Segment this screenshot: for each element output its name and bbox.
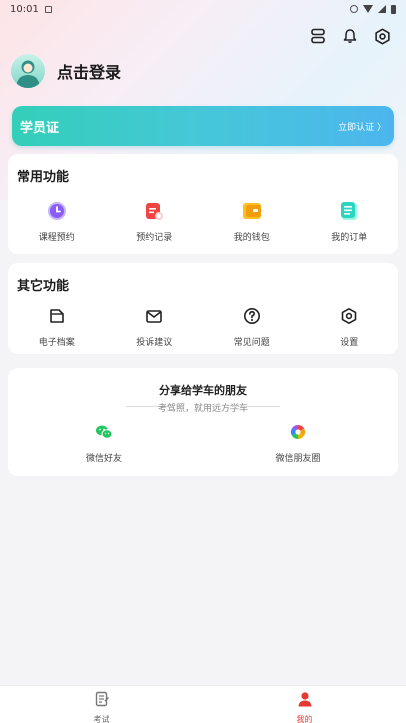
notification-icon [44,5,52,13]
share-wechat-friend-label: 微信好友 [85,454,122,464]
bottom-tab-bar: 考试 我的 [0,685,406,723]
student-card-title: 学员证 [20,120,60,136]
login-prompt[interactable]: 点击登录 [57,59,121,83]
tab-mine[interactable]: 我的 [203,686,406,723]
order-icon [338,200,360,222]
mail-icon [143,305,165,327]
tab-mine-label: 我的 [296,715,313,723]
exam-icon [94,691,110,711]
profile-login[interactable]: 点击登录 [11,54,121,88]
verify-now-label: 立即认证 [338,122,375,133]
booking-record-button[interactable]: 预约记录 [106,200,204,243]
verify-now-link[interactable]: 立即认证 〉 [338,120,386,133]
course-booking-label: 课程预约 [38,233,75,243]
share-moments-button[interactable]: 微信朋友圈 [266,424,330,464]
scan-icon[interactable] [308,26,328,46]
wallet-icon [241,200,263,222]
calendar-record-icon [143,200,165,222]
booking-record-label: 预约记录 [136,233,173,243]
settings-gear-icon[interactable] [372,26,392,46]
folder-icon [46,305,68,327]
status-time: 10:01 [10,3,39,15]
moments-icon [290,424,306,444]
wechat-icon [95,424,113,444]
my-orders-button[interactable]: 我的订单 [301,200,399,243]
student-card-banner[interactable]: 学员证 立即认证 〉 [12,106,394,146]
chevron-right-icon: 〉 [376,122,386,133]
complaint-button[interactable]: 投诉建议 [106,305,204,348]
question-icon [241,305,263,327]
course-booking-button[interactable]: 课程预约 [8,200,106,243]
person-icon [297,691,313,711]
settings-icon [338,305,360,327]
tab-exam-label: 考试 [93,715,110,723]
my-wallet-button[interactable]: 我的钱包 [203,200,301,243]
e-archive-button[interactable]: 电子档案 [8,305,106,348]
my-orders-label: 我的订单 [331,233,368,243]
settings-label: 设置 [340,338,359,348]
sync-icon [350,5,358,13]
faq-label: 常见问题 [233,338,270,348]
share-card: 分享给学车的朋友 考驾照，就用远方学车 微信好友 微信朋友圈 [8,368,398,476]
clock-icon [46,200,68,222]
share-moments-label: 微信朋友圈 [275,454,321,464]
wifi-icon [363,5,373,13]
settings-button[interactable]: 设置 [301,305,399,348]
avatar[interactable] [11,54,45,88]
share-title: 分享给学车的朋友 [159,384,247,397]
battery-icon [391,4,396,14]
other-functions-title: 其它功能 [17,279,70,294]
common-functions-card: 常用功能 课程预约 预约记录 我的钱包 我的订单 [8,154,398,254]
top-actions [308,26,392,46]
complaint-label: 投诉建议 [136,338,173,348]
tab-exam[interactable]: 考试 [0,686,203,723]
faq-button[interactable]: 常见问题 [203,305,301,348]
signal-icon [378,5,386,13]
common-functions-title: 常用功能 [17,170,70,185]
divider-right [232,406,280,407]
bell-icon[interactable] [340,26,360,46]
share-wechat-friend-button[interactable]: 微信好友 [74,424,134,464]
status-bar: 10:01 [0,0,406,18]
e-archive-label: 电子档案 [38,338,75,348]
other-functions-card: 其它功能 电子档案 投诉建议 常见问题 设置 [8,263,398,354]
share-subtitle: 考驾照，就用远方学车 [157,404,248,414]
my-wallet-label: 我的钱包 [233,233,270,243]
